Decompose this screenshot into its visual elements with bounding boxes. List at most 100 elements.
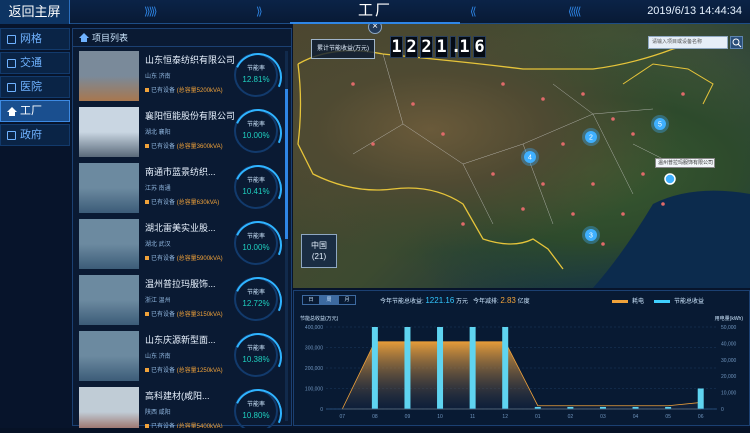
project-item[interactable]: 温州普拉玛服饰... 浙江 温州 已有设备 (总容量3150kVA) 节能率 12.72… — [79, 275, 283, 325]
cluster-count: 3 — [589, 233, 593, 240]
map-search-input[interactable]: 请输入项目或设备名称 — [648, 36, 728, 49]
annual-reduction-value: 2.83 — [500, 296, 516, 305]
map-view[interactable]: 2543 × 累计节能收益(万元) 1221.16 请输入项目或设备名称 中国 … — [293, 24, 750, 288]
right-tick-label: 30,000 — [721, 358, 737, 364]
square-icon — [7, 58, 16, 68]
location-pin-icon[interactable] — [664, 173, 676, 185]
search-button[interactable] — [730, 36, 743, 49]
project-thumbnail — [79, 275, 139, 325]
savings-bar[interactable] — [437, 327, 444, 409]
chart-panel: 日 周 月 今年节能总收益: 1221.16 万元 今年减排: 2.83 亿度 … — [293, 290, 750, 426]
x-tick-label: 08 — [372, 414, 378, 420]
tab-week[interactable]: 周 — [320, 295, 338, 305]
power-area-series — [341, 341, 702, 410]
project-name: 高科建材(咸阳... — [145, 391, 210, 401]
project-item[interactable]: 南通市蓝景纺织... 江苏 南通 已有设备 (总容量630kVA) 节能率 10.41% — [79, 163, 283, 213]
right-tick-label: 40,000 — [721, 341, 737, 347]
left-tick-label: 400,000 — [305, 325, 323, 331]
tab-month[interactable]: 月 — [338, 295, 356, 305]
project-capacity: 已有设备 (总容量5200kVA) — [145, 85, 223, 94]
device-dot-icon — [145, 312, 149, 316]
project-location: 湖北 襄阳 — [145, 130, 171, 136]
project-list-header: 项目列表 — [73, 29, 291, 47]
region-summary-box[interactable]: 中国 (21) — [301, 234, 337, 268]
nav-item-grid[interactable]: 网格 — [0, 28, 70, 50]
project-capacity: 已有设备 (总容量3600kVA) — [145, 141, 223, 150]
project-item[interactable]: 山东恒泰纺织有限公司 山东 济南 已有设备 (总容量5200kVA) 节能率 12.81… — [79, 51, 283, 101]
savings-bar[interactable] — [371, 327, 378, 409]
x-tick-label: 03 — [600, 414, 606, 420]
scrollbar-thumb[interactable] — [285, 89, 288, 239]
savings-rate-value: 10.00% — [242, 131, 270, 140]
project-name: 山东庆源新型面... — [145, 335, 216, 345]
total-savings-counter: 1221.16 — [390, 36, 486, 58]
project-thumbnail — [79, 331, 139, 381]
device-dot-icon — [145, 88, 149, 92]
nav-item-traffic[interactable]: 交通 — [0, 52, 70, 74]
cluster-marker[interactable]: 2 — [582, 128, 600, 146]
nav-item-hospital[interactable]: 医院 — [0, 76, 70, 98]
device-dot-icon — [145, 144, 149, 148]
savings-bar[interactable] — [502, 327, 509, 409]
nav-item-government[interactable]: 政府 — [0, 124, 70, 146]
nav-item-factory[interactable]: 工厂 — [0, 100, 70, 122]
legend-item-power[interactable]: 耗电 — [612, 296, 644, 305]
back-home-button[interactable]: 返回主屏 — [0, 0, 70, 24]
x-tick-label: 07 — [340, 414, 346, 420]
province-lines — [352, 53, 674, 225]
counter-digit: 1 — [458, 36, 471, 58]
project-location: 江苏 南通 — [145, 186, 171, 192]
project-location: 陕西 咸阳 — [145, 410, 171, 416]
savings-bar[interactable] — [469, 327, 476, 409]
counter-digit: 2 — [420, 36, 433, 58]
savings-bar[interactable] — [404, 327, 411, 409]
project-name: 南通市蓝景纺织... — [145, 167, 216, 177]
right-tick-label: 10,000 — [721, 391, 737, 397]
savings-rate-gauge: 节能率 10.00% — [234, 109, 278, 153]
savings-bar[interactable] — [697, 388, 704, 410]
x-tick-label: 02 — [568, 414, 574, 420]
x-tick-label: 05 — [665, 414, 671, 420]
border-line — [622, 63, 714, 105]
right-tick-label: 20,000 — [721, 374, 737, 380]
device-dot-icon — [145, 368, 149, 372]
project-thumbnail — [79, 387, 139, 433]
device-dot-icon — [145, 256, 149, 260]
project-item[interactable]: 襄阳恒能股份有限公司 湖北 襄阳 已有设备 (总容量3600kVA) 节能率 10.00… — [79, 107, 283, 157]
search-icon — [732, 38, 742, 48]
project-item[interactable]: 湖北雷美实业股... 湖北 武汉 已有设备 (总容量5900kVA) 节能率 10.00… — [79, 219, 283, 269]
sea-area — [593, 190, 750, 288]
project-location: 湖北 武汉 — [145, 242, 171, 248]
x-tick-label: 04 — [633, 414, 639, 420]
border-line — [297, 63, 564, 270]
left-tick-label: 100,000 — [305, 387, 323, 393]
cluster-count: 4 — [528, 155, 532, 162]
project-thumbnail — [79, 219, 139, 269]
device-dot-icon — [145, 200, 149, 204]
header-bar: 返回主屏 ⟩⟩⟩⟩⟩ ⟩⟩ 工厂 ⟨⟨ ⟨⟨⟨⟨⟨ 2019/6/13 14:4… — [0, 0, 750, 24]
project-thumbnail — [79, 107, 139, 157]
project-thumbnail — [79, 51, 139, 101]
x-tick-label: 10 — [437, 414, 443, 420]
tab-day[interactable]: 日 — [302, 295, 320, 305]
right-tick-label: 50,000 — [721, 325, 737, 331]
cluster-marker[interactable]: 3 — [582, 226, 600, 244]
x-tick-label: 01 — [535, 414, 541, 420]
project-capacity: 已有设备 (总容量1250kVA) — [145, 365, 223, 374]
chevron-right-icon: ⟩⟩ — [256, 6, 262, 18]
savings-chart: 400,000 300,000 200,000 100,000 0 50,000 40,00… — [305, 325, 737, 420]
period-tabs: 日 周 月 — [302, 295, 356, 305]
project-item[interactable]: 山东庆源新型面... 山东 济南 已有设备 (总容量1250kVA) 节能率 10.38… — [79, 331, 283, 381]
savings-rate-gauge: 节能率 10.41% — [234, 165, 278, 209]
map-tooltip: 温州普拉玛服饰有限公司 — [655, 158, 715, 168]
project-item[interactable]: 高科建材(咸阳... 陕西 咸阳 已有设备 (总容量5400kVA) 节能率 10.80… — [79, 387, 283, 433]
home-icon — [7, 106, 17, 116]
left-tick-label: 0 — [320, 407, 323, 413]
cluster-marker[interactable]: 4 — [521, 148, 539, 166]
chevron-right-icon: ⟩⟩⟩⟩⟩ — [144, 6, 158, 18]
legend-item-savings[interactable]: 节能总收益 — [654, 296, 704, 305]
cluster-marker[interactable]: 5 — [651, 115, 669, 133]
counter-digit: 2 — [405, 36, 418, 58]
datetime-display: 2019/6/13 14:44:34 — [647, 5, 742, 17]
square-icon — [7, 130, 16, 140]
